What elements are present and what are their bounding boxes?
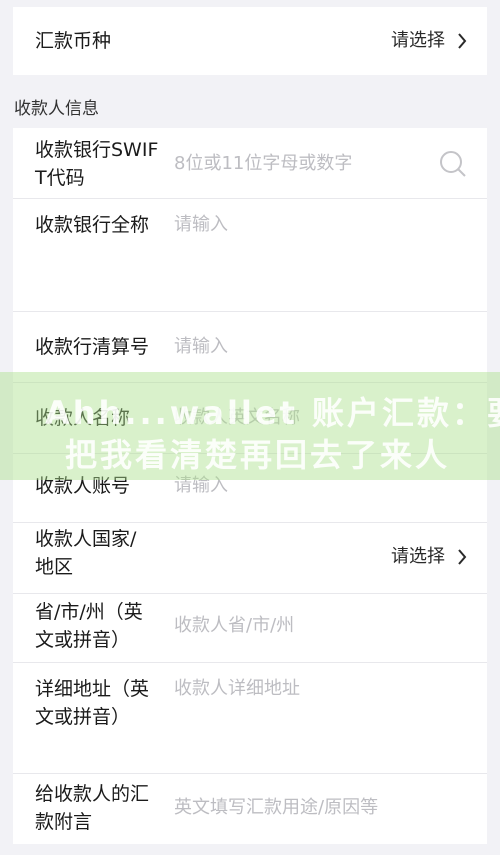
payee-name-label: 收款人名称 bbox=[35, 407, 131, 429]
remark-row[interactable]: 给收款人的汇款附言 英文填写汇款用途/原因等 bbox=[13, 774, 487, 844]
remark-label: 给收款人的汇款附言 bbox=[35, 783, 150, 833]
account-input[interactable]: 请输入 bbox=[174, 472, 228, 500]
currency-label: 汇款币种 bbox=[35, 30, 112, 52]
section-title: 收款人信息 bbox=[14, 99, 99, 119]
province-row[interactable]: 省/市/州（英文或拼音） 收款人省/市/州 bbox=[13, 594, 487, 662]
province-label: 省/市/州（英文或拼音） bbox=[35, 601, 143, 651]
swift-row[interactable]: 收款银行SWIFT代码 8位或11位字母或数字 bbox=[13, 128, 487, 198]
remark-input[interactable]: 英文填写汇款用途/原因等 bbox=[174, 794, 378, 822]
chevron-right-icon bbox=[458, 33, 467, 49]
currency-select[interactable]: 请选择 bbox=[391, 27, 467, 55]
clearing-row[interactable]: 收款行清算号 请输入 bbox=[13, 312, 487, 382]
bank-name-row[interactable]: 收款银行全称 请输入 bbox=[13, 199, 487, 311]
address-label: 详细地址（英文或拼音） bbox=[35, 678, 150, 728]
payee-name-input[interactable]: 收款人英文名称 bbox=[174, 404, 300, 432]
clearing-label: 收款行清算号 bbox=[35, 336, 150, 358]
swift-label: 收款银行SWIFT代码 bbox=[35, 139, 159, 189]
chevron-right-icon bbox=[458, 549, 467, 565]
address-row[interactable]: 详细地址（英文或拼音） 收款人详细地址 bbox=[13, 663, 487, 773]
swift-input[interactable]: 8位或11位字母或数字 bbox=[174, 150, 352, 178]
address-input[interactable]: 收款人详细地址 bbox=[174, 675, 300, 703]
account-row[interactable]: 收款人账号 请输入 bbox=[13, 454, 487, 522]
account-label: 收款人账号 bbox=[35, 475, 131, 497]
country-select[interactable]: 请选择 bbox=[391, 543, 467, 571]
payee-card: 收款银行SWIFT代码 8位或11位字母或数字 收款银行全称 请输入 收款行清算… bbox=[13, 128, 487, 844]
search-icon[interactable] bbox=[439, 150, 467, 178]
currency-select-value: 请选择 bbox=[391, 30, 445, 51]
clearing-input[interactable]: 请输入 bbox=[174, 333, 228, 361]
province-input[interactable]: 收款人省/市/州 bbox=[174, 612, 294, 640]
country-row[interactable]: 收款人国家/地区 请选择 bbox=[13, 523, 487, 593]
bank-name-label: 收款银行全称 bbox=[35, 214, 150, 236]
payee-name-row[interactable]: 收款人名称 收款人英文名称 bbox=[13, 383, 487, 453]
currency-card: 汇款币种 请选择 bbox=[13, 7, 487, 75]
bank-name-input[interactable]: 请输入 bbox=[174, 211, 228, 239]
country-label: 收款人国家/地区 bbox=[35, 528, 137, 578]
country-select-value: 请选择 bbox=[391, 546, 445, 567]
currency-row[interactable]: 汇款币种 请选择 bbox=[13, 7, 487, 75]
